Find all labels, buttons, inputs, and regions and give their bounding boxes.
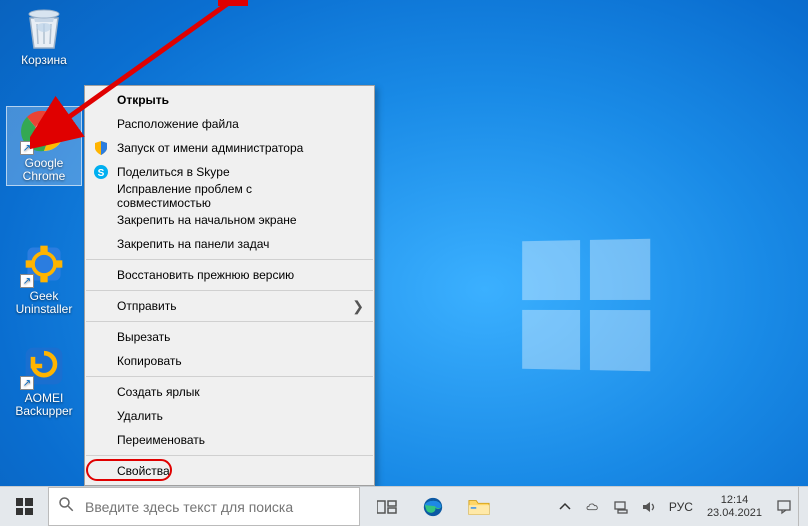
menu-item-label: Запуск от имени администратора xyxy=(117,141,303,155)
menu-item-pin-taskbar[interactable]: Закрепить на панели задач xyxy=(85,232,374,256)
menu-item-run-as-admin[interactable]: Запуск от имени администратора xyxy=(85,136,374,160)
network-icon xyxy=(613,499,629,515)
search-icon xyxy=(57,495,75,518)
menu-item-restore-previous[interactable]: Восстановить прежнюю версию xyxy=(85,263,374,287)
menu-item-label: Создать ярлык xyxy=(117,385,200,399)
shortcut-arrow-icon: ↗ xyxy=(20,376,34,390)
context-menu: Открыть Расположение файла Запуск от име… xyxy=(84,85,375,486)
notification-icon xyxy=(776,499,792,515)
taskbar-app-file-explorer[interactable] xyxy=(456,487,502,526)
tray-date: 23.04.2021 xyxy=(707,507,762,520)
menu-item-share-skype[interactable]: S Поделиться в Skype xyxy=(85,160,374,184)
windows-logo-watermark xyxy=(522,239,650,371)
recycle-bin-icon xyxy=(20,4,68,52)
menu-separator xyxy=(86,321,373,322)
menu-item-send-to[interactable]: Отправить ❯ xyxy=(85,294,374,318)
menu-item-label: Закрепить на панели задач xyxy=(117,237,269,251)
taskbar-search[interactable] xyxy=(48,487,360,526)
tray-clock[interactable]: 12:14 23.04.2021 xyxy=(699,487,770,526)
menu-item-label: Поделиться в Skype xyxy=(117,165,230,179)
menu-item-label: Отправить xyxy=(117,299,177,313)
tray-network[interactable] xyxy=(607,487,635,526)
taskbar-pinned-apps xyxy=(364,487,502,526)
desktop-icon-label: Google Chrome xyxy=(7,157,81,185)
tray-onedrive[interactable] xyxy=(579,487,607,526)
menu-item-label: Расположение файла xyxy=(117,117,239,131)
taskbar-app-edge[interactable] xyxy=(410,487,456,526)
desktop-icon-aomei-backupper[interactable]: ↗ AOMEI Backupper xyxy=(6,342,82,420)
show-desktop-button[interactable] xyxy=(798,487,804,526)
chrome-icon: ↗ xyxy=(20,107,68,155)
file-explorer-icon xyxy=(468,497,490,517)
edge-icon xyxy=(422,496,444,518)
search-input[interactable] xyxy=(85,499,351,515)
geek-uninstaller-icon: ↗ xyxy=(20,240,68,288)
start-button[interactable] xyxy=(0,487,48,526)
menu-item-create-shortcut[interactable]: Создать ярлык xyxy=(85,380,374,404)
tray-show-hidden[interactable] xyxy=(551,487,579,526)
desktop-icon-label: Geek Uninstaller xyxy=(6,290,82,318)
menu-item-open[interactable]: Открыть xyxy=(85,88,374,112)
chevron-up-icon xyxy=(557,499,573,515)
shortcut-arrow-icon: ↗ xyxy=(20,141,34,155)
menu-item-label: Открыть xyxy=(117,93,169,107)
desktop-icon-google-chrome[interactable]: ↗ Google Chrome xyxy=(6,106,82,186)
menu-separator xyxy=(86,259,373,260)
menu-item-file-location[interactable]: Расположение файла xyxy=(85,112,374,136)
tray-lang-label: РУС xyxy=(669,500,693,514)
taskbar-task-view[interactable] xyxy=(364,487,410,526)
menu-item-label: Вырезать xyxy=(117,330,170,344)
menu-item-label: Переименовать xyxy=(117,433,205,447)
desktop-icon-geek-uninstaller[interactable]: ↗ Geek Uninstaller xyxy=(6,240,82,318)
menu-separator xyxy=(86,455,373,456)
menu-item-rename[interactable]: Переименовать xyxy=(85,428,374,452)
menu-item-label: Удалить xyxy=(117,409,163,423)
menu-item-label: Восстановить прежнюю версию xyxy=(117,268,294,282)
task-view-icon xyxy=(377,499,397,515)
desktop-icon-recycle-bin[interactable]: Корзина xyxy=(6,4,82,69)
menu-item-properties[interactable]: Свойства xyxy=(85,459,374,483)
tray-time: 12:14 xyxy=(721,494,749,507)
menu-separator xyxy=(86,376,373,377)
menu-separator xyxy=(86,290,373,291)
svg-text:S: S xyxy=(98,168,105,179)
shield-uac-icon xyxy=(93,140,109,156)
skype-icon: S xyxy=(93,164,109,180)
taskbar: РУС 12:14 23.04.2021 xyxy=(0,486,808,526)
menu-item-label: Исправление проблем с совместимостью xyxy=(117,182,344,210)
menu-item-delete[interactable]: Удалить xyxy=(85,404,374,428)
tray-action-center[interactable] xyxy=(770,487,798,526)
submenu-arrow-icon: ❯ xyxy=(352,298,364,315)
menu-item-cut[interactable]: Вырезать xyxy=(85,325,374,349)
desktop-icon-label: AOMEI Backupper xyxy=(6,392,82,420)
menu-item-label: Свойства xyxy=(117,464,170,478)
system-tray: РУС 12:14 23.04.2021 xyxy=(551,487,808,526)
menu-item-label: Закрепить на начальном экране xyxy=(117,213,297,227)
tray-volume[interactable] xyxy=(635,487,663,526)
menu-item-label: Копировать xyxy=(117,354,182,368)
aomei-backupper-icon: ↗ xyxy=(20,342,68,390)
annotation-top-marker xyxy=(218,0,248,6)
windows-start-icon xyxy=(16,498,33,515)
menu-item-pin-start[interactable]: Закрепить на начальном экране xyxy=(85,208,374,232)
tray-language[interactable]: РУС xyxy=(663,487,699,526)
shortcut-arrow-icon: ↗ xyxy=(20,274,34,288)
menu-item-troubleshoot-compat[interactable]: Исправление проблем с совместимостью xyxy=(85,184,374,208)
speaker-icon xyxy=(641,499,657,515)
desktop-icon-label: Корзина xyxy=(6,54,82,69)
menu-item-copy[interactable]: Копировать xyxy=(85,349,374,373)
cloud-icon xyxy=(585,499,601,515)
